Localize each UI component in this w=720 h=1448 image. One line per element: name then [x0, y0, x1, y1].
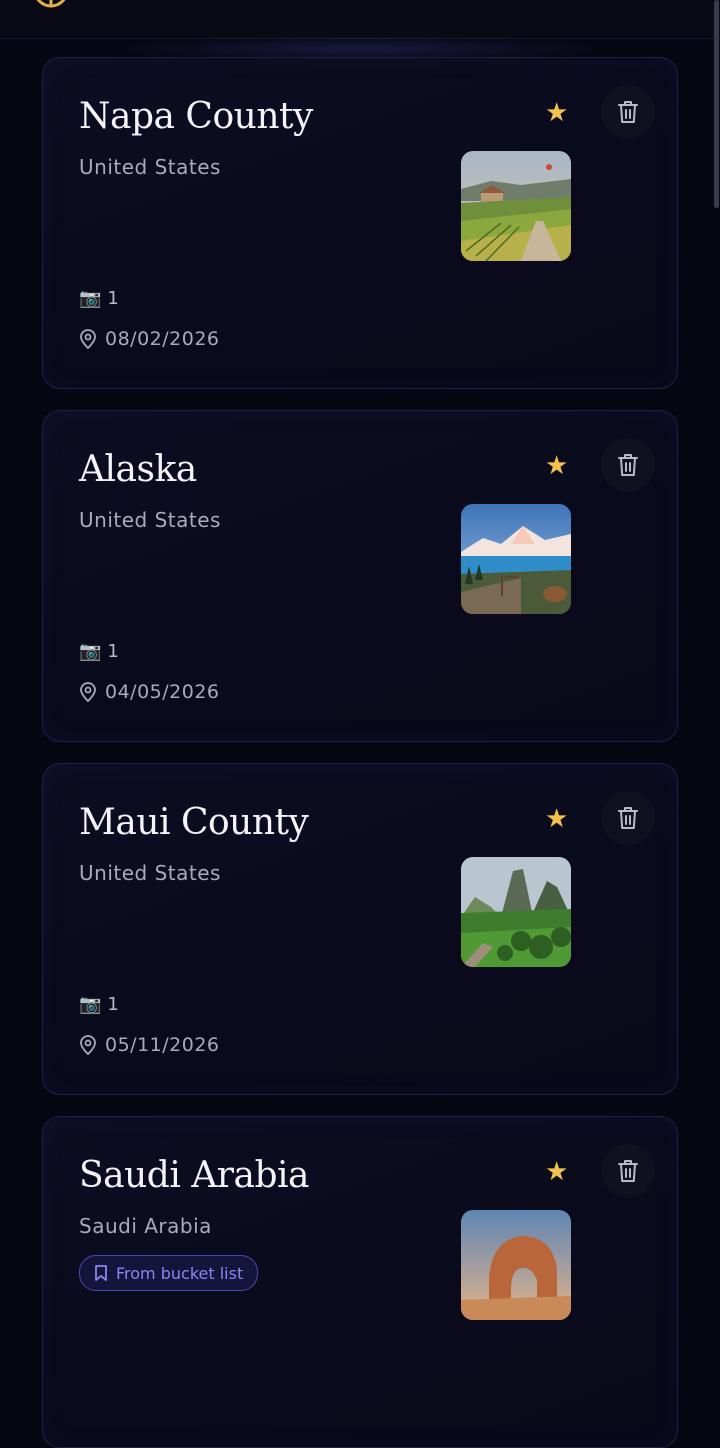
mountain-lake-photo[interactable]	[461, 504, 571, 614]
favorite-star-icon[interactable]: ★	[545, 1159, 568, 1185]
bookmark-icon	[95, 1265, 107, 1281]
map-pin-icon	[80, 682, 96, 702]
trash-icon	[618, 454, 638, 476]
trip-country: Saudi Arabia	[79, 1214, 212, 1238]
trip-country: United States	[79, 861, 221, 885]
delete-button[interactable]	[601, 85, 655, 139]
trip-card[interactable]: Napa County United States ★ 📷 1 08/02/20…	[42, 57, 678, 389]
photo-count-row: 📷 1	[79, 639, 119, 663]
trip-title: Alaska	[79, 449, 197, 490]
delete-button[interactable]	[601, 1144, 655, 1198]
trip-country: United States	[79, 155, 221, 179]
date-row: 08/02/2026	[79, 326, 220, 352]
trash-icon	[618, 101, 638, 123]
thumbnail-image	[461, 151, 571, 261]
camera-icon: 📷	[79, 287, 102, 309]
favorite-star-icon[interactable]: ★	[545, 100, 568, 126]
trip-card[interactable]: Maui County United States ★ 📷 1 05/11/20…	[42, 763, 678, 1095]
trip-country: United States	[79, 508, 221, 532]
thumbnail-image	[461, 1210, 571, 1320]
trip-title: Napa County	[79, 96, 313, 137]
green-valley-photo[interactable]	[461, 857, 571, 967]
scrollbar[interactable]	[714, 0, 719, 208]
trip-date: 08/02/2026	[105, 328, 220, 350]
trip-card[interactable]: Saudi Arabia Saudi Arabia ★ From bucket …	[42, 1116, 678, 1448]
camera-icon: 📷	[79, 993, 102, 1015]
favorite-star-icon[interactable]: ★	[545, 806, 568, 832]
trash-icon	[618, 807, 638, 829]
photo-count-row: 📷 1	[79, 286, 119, 310]
trip-card[interactable]: Alaska United States ★ 📷 1 04/05/2026	[42, 410, 678, 742]
thumbnail-image	[461, 857, 571, 967]
trip-title: Saudi Arabia	[79, 1155, 310, 1196]
photo-count-row: 📷 1	[79, 992, 119, 1016]
delete-button[interactable]	[601, 791, 655, 845]
trip-date: 05/11/2026	[105, 1034, 220, 1056]
thumbnail-image	[461, 504, 571, 614]
trip-date: 04/05/2026	[105, 681, 220, 703]
delete-button[interactable]	[601, 438, 655, 492]
trip-title: Maui County	[79, 802, 309, 843]
photo-count: 1	[107, 287, 119, 309]
favorite-star-icon[interactable]: ★	[545, 453, 568, 479]
map-pin-icon	[80, 1035, 96, 1055]
photo-count: 1	[107, 640, 119, 662]
app-header	[0, 0, 720, 39]
bucket-list-badge[interactable]: From bucket list	[79, 1255, 259, 1291]
date-row: 05/11/2026	[79, 1032, 220, 1058]
rock-arch-photo[interactable]	[461, 1210, 571, 1320]
vineyard-photo[interactable]	[461, 151, 571, 261]
date-row: 04/05/2026	[79, 679, 220, 705]
trash-icon	[618, 1160, 638, 1182]
globe-logo-icon[interactable]	[33, 0, 69, 8]
camera-icon: 📷	[79, 640, 102, 662]
map-pin-icon	[80, 329, 96, 349]
photo-count: 1	[107, 993, 119, 1015]
